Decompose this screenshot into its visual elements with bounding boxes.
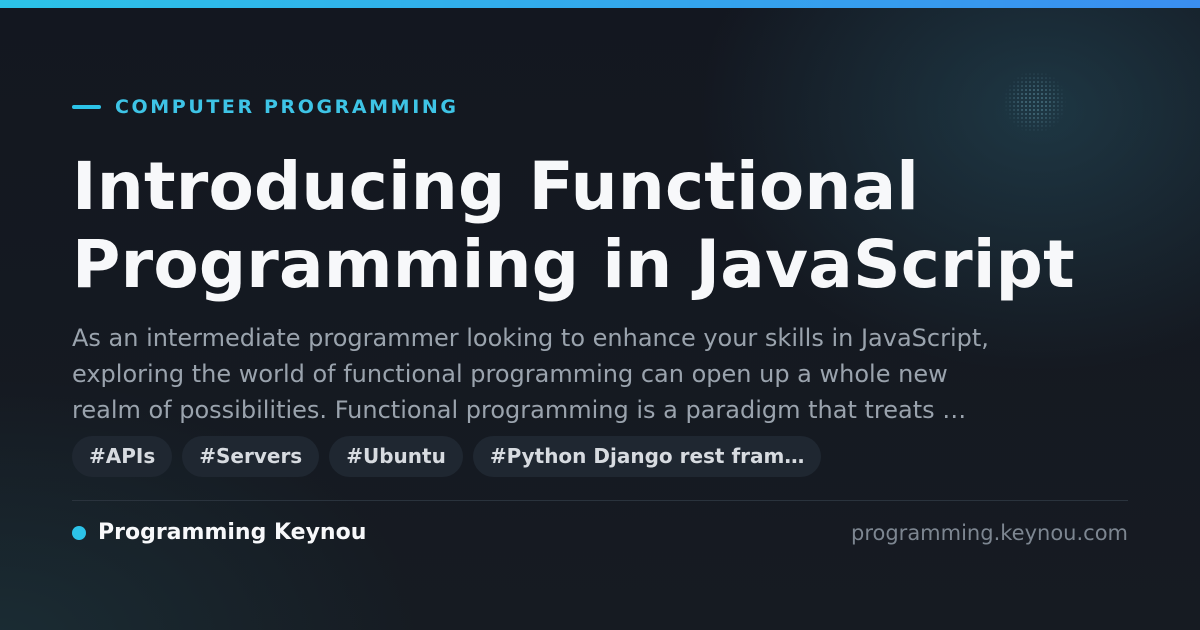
title-line: Programming in JavaScript — [72, 226, 1075, 303]
brand-dot-icon — [72, 526, 86, 540]
category-dash-icon — [72, 105, 101, 109]
decorative-dot-pattern — [1000, 72, 1070, 132]
brand-name[interactable]: Programming Keynou — [98, 518, 366, 548]
description-line: exploring the world of functional progra… — [72, 360, 948, 388]
category-label: COMPUTER PROGRAMMING — [72, 95, 459, 119]
category-text: COMPUTER PROGRAMMING — [115, 96, 459, 118]
tag-python-django[interactable]: #Python Django rest fram… — [472, 436, 822, 477]
description-line: realm of possibilities. Functional progr… — [72, 396, 967, 424]
tag-ubuntu[interactable]: #Ubuntu — [329, 436, 463, 477]
article-description: As an intermediate programmer looking to… — [72, 320, 1132, 428]
tag-list: #APIs #Servers #Ubuntu #Python Django re… — [72, 436, 822, 477]
brand: Programming Keynou — [72, 518, 366, 548]
tag-servers[interactable]: #Servers — [182, 436, 320, 477]
description-line: As an intermediate programmer looking to… — [72, 324, 989, 352]
tag-apis[interactable]: #APIs — [72, 436, 173, 477]
page-title: Introducing Functional Programming in Ja… — [72, 148, 1152, 304]
footer-divider — [72, 500, 1128, 501]
title-line: Introducing Functional — [72, 148, 920, 225]
accent-top-bar — [0, 0, 1200, 8]
site-url[interactable]: programming.keynou.com — [851, 518, 1128, 548]
